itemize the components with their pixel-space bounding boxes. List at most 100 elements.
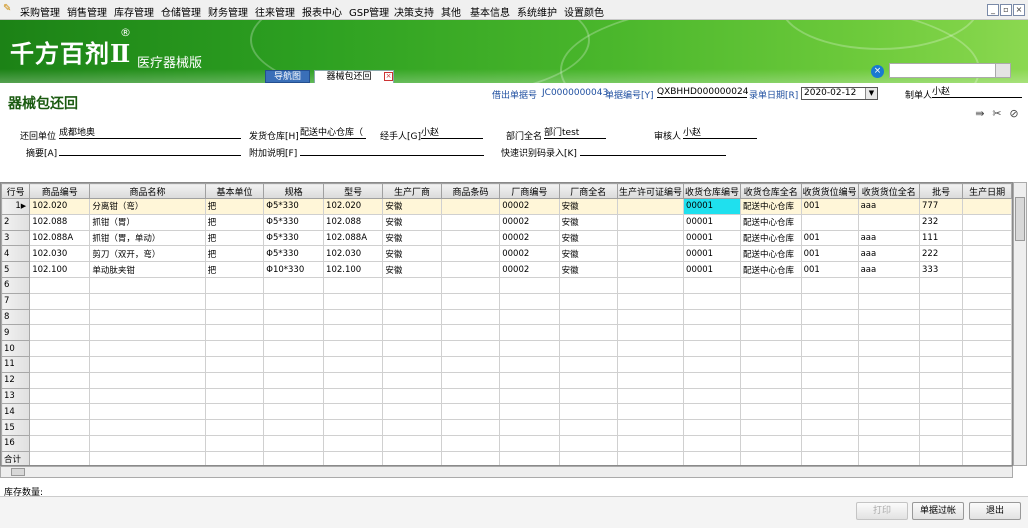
table-cell[interactable] [29, 434, 91, 452]
table-cell[interactable] [617, 450, 685, 465]
table-cell[interactable]: 剪刀（双开，弯） [89, 245, 206, 263]
table-cell[interactable] [89, 308, 206, 326]
table-cell[interactable]: 102.088A [29, 229, 91, 247]
table-cell[interactable] [919, 340, 964, 357]
column-header[interactable]: 收货仓库编号 [683, 183, 742, 199]
table-cell[interactable] [919, 276, 964, 294]
table-row[interactable]: 5 102.100 单动肽夹钳把 Φ10*330 102.100 安徽 00002 安徽 000… [1, 261, 1012, 278]
column-header[interactable]: 行号 [1, 183, 31, 199]
table-cell[interactable] [800, 340, 859, 357]
menu-gsp[interactable]: GSP管理 [349, 4, 389, 19]
table-cell[interactable] [440, 419, 501, 436]
table-cell[interactable] [440, 213, 501, 231]
table-cell[interactable] [857, 419, 921, 436]
table-cell[interactable] [857, 213, 921, 231]
table-cell[interactable] [617, 245, 685, 263]
table-cell[interactable] [962, 245, 1012, 263]
table-cell[interactable]: 001 [800, 245, 859, 263]
column-header[interactable]: 厂商编号 [499, 183, 560, 199]
table-cell[interactable] [440, 308, 501, 326]
extra-field[interactable] [300, 145, 484, 156]
column-header[interactable]: 收货货位全名 [857, 183, 921, 199]
table-cell[interactable] [962, 371, 1012, 389]
tab-return[interactable]: 器械包还回 [314, 70, 394, 83]
table-cell[interactable] [740, 276, 802, 294]
table-cell[interactable] [263, 403, 325, 421]
table-cell[interactable] [740, 292, 802, 310]
column-header[interactable]: 收货货位编号 [800, 183, 859, 199]
table-cell[interactable] [919, 355, 964, 373]
table-cell[interactable] [800, 213, 859, 231]
mdi-restore-icon[interactable]: ▫ [1000, 4, 1012, 16]
table-cell[interactable] [800, 276, 859, 294]
table-cell[interactable] [800, 324, 859, 342]
table-cell[interactable] [740, 419, 802, 436]
table-cell[interactable] [857, 403, 921, 421]
table-cell[interactable] [382, 355, 442, 373]
menu-sales[interactable]: 销售管理 [67, 4, 107, 19]
tools-icon[interactable]: ✂ [991, 108, 1003, 120]
grid-vertical-scrollbar[interactable] [1013, 182, 1027, 466]
table-cell[interactable] [683, 434, 742, 452]
table-cell[interactable] [617, 308, 685, 326]
search-clear-icon[interactable]: × [871, 65, 884, 78]
table-cell[interactable] [962, 213, 1012, 231]
table-cell[interactable] [204, 340, 265, 357]
table-cell[interactable] [382, 450, 442, 465]
table-cell[interactable] [263, 292, 325, 310]
reviewer-field[interactable]: 小赵 [683, 128, 757, 139]
dept-field[interactable]: 部门test [544, 128, 606, 139]
table-cell[interactable] [440, 198, 501, 215]
table-cell[interactable]: 安徽 [382, 245, 442, 263]
table-cell[interactable]: aaa [857, 198, 921, 215]
table-cell[interactable] [558, 387, 619, 405]
table-cell[interactable]: 把 [204, 213, 265, 231]
table-cell[interactable] [323, 419, 384, 436]
mdi-minimize-icon[interactable]: _ [987, 4, 999, 16]
table-cell[interactable] [857, 450, 921, 465]
table-cell[interactable] [263, 419, 325, 436]
table-cell[interactable] [617, 213, 685, 231]
table-cell[interactable]: Φ5*330 [263, 229, 325, 247]
table-cell[interactable]: 配送中心仓库 [740, 261, 802, 278]
table-cell[interactable]: Φ5*330 [263, 245, 325, 263]
print-button[interactable]: 打印 [856, 502, 908, 520]
table-cell[interactable] [323, 292, 384, 310]
table-cell[interactable] [323, 276, 384, 294]
table-cell[interactable] [962, 261, 1012, 278]
table-cell[interactable] [558, 324, 619, 342]
menu-basic-info[interactable]: 基本信息 [470, 4, 510, 19]
table-cell[interactable]: 102.030 [323, 245, 384, 263]
table-cell[interactable] [962, 198, 1012, 215]
table-cell[interactable] [919, 387, 964, 405]
table-row[interactable]: 7 [1, 292, 1012, 310]
table-cell[interactable] [857, 434, 921, 452]
exit-button[interactable]: 退出 [969, 502, 1021, 520]
table-cell[interactable]: 00002 [499, 213, 560, 231]
table-cell[interactable] [558, 276, 619, 294]
table-cell[interactable] [800, 292, 859, 310]
table-cell[interactable]: 安徽 [558, 229, 619, 247]
table-cell[interactable] [29, 403, 91, 421]
table-cell[interactable] [800, 434, 859, 452]
table-cell[interactable]: 安徽 [558, 245, 619, 263]
table-cell[interactable] [919, 403, 964, 421]
table-cell[interactable]: Φ5*330 [263, 213, 325, 231]
table-cell[interactable] [323, 434, 384, 452]
table-cell[interactable] [499, 434, 560, 452]
table-cell[interactable] [962, 434, 1012, 452]
summary-field[interactable] [59, 145, 241, 156]
table-cell[interactable] [617, 371, 685, 389]
table-cell[interactable] [740, 434, 802, 452]
table-cell[interactable] [683, 308, 742, 326]
table-cell[interactable] [204, 324, 265, 342]
table-row[interactable]: 9 [1, 324, 1012, 342]
table-row[interactable]: 4 102.030 剪刀（双开，弯）把 Φ5*330 102.030 安徽 00002 安徽 0… [1, 245, 1012, 263]
table-cell[interactable] [558, 355, 619, 373]
table-cell[interactable] [263, 355, 325, 373]
table-cell[interactable] [29, 387, 91, 405]
table-cell[interactable]: 00002 [499, 261, 560, 278]
table-cell[interactable] [857, 276, 921, 294]
table-cell[interactable] [499, 292, 560, 310]
menu-reports[interactable]: 报表中心 [302, 4, 342, 19]
